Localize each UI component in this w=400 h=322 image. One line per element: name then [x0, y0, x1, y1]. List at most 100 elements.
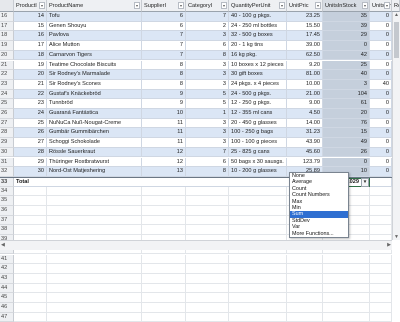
- row-number[interactable]: 43: [0, 273, 14, 284]
- row-number[interactable]: 28: [0, 128, 14, 139]
- row-number[interactable]: 20: [0, 50, 14, 61]
- table-cell[interactable]: [14, 283, 47, 294]
- table-cell[interactable]: 7: [186, 147, 229, 158]
- table-cell[interactable]: [287, 283, 323, 294]
- table-cell[interactable]: [142, 206, 186, 216]
- table-cell[interactable]: 8: [186, 167, 229, 177]
- table-cell[interactable]: 28: [14, 147, 47, 158]
- table-cell[interactable]: 0: [370, 41, 392, 51]
- table-cell[interactable]: 9.20: [287, 60, 323, 71]
- table-cell[interactable]: 81.00: [287, 70, 323, 80]
- table-cell[interactable]: 123.79: [287, 157, 323, 168]
- table-cell[interactable]: 6: [142, 12, 186, 22]
- table-cell[interactable]: [370, 215, 392, 226]
- column-header[interactable]: QuantityPerUnit ▾: [229, 0, 287, 12]
- table-cell[interactable]: 10 - 200 g glasses: [229, 167, 287, 177]
- vertical-scrollbar[interactable]: ▲ ▼: [392, 12, 400, 240]
- table-cell[interactable]: [370, 186, 392, 197]
- table-cell[interactable]: 30: [14, 167, 47, 177]
- table-cell[interactable]: 61: [323, 99, 370, 109]
- table-cell[interactable]: [323, 264, 370, 274]
- table-cell[interactable]: 25: [14, 118, 47, 129]
- table-cell[interactable]: 43.90: [287, 138, 323, 148]
- table-cell[interactable]: 1: [186, 109, 229, 119]
- table-cell[interactable]: [287, 303, 323, 313]
- table-cell[interactable]: 7: [142, 50, 186, 61]
- table-cell[interactable]: [229, 196, 287, 206]
- column-header[interactable]: SupplierI ▾: [142, 0, 186, 12]
- row-number[interactable]: 42: [0, 264, 14, 274]
- table-cell[interactable]: [323, 293, 370, 303]
- table-cell[interactable]: 11: [142, 118, 186, 129]
- table-cell[interactable]: 104: [323, 89, 370, 100]
- row-number[interactable]: 34: [0, 186, 14, 197]
- table-cell[interactable]: 0: [370, 70, 392, 80]
- table-cell[interactable]: [186, 186, 229, 197]
- row-number[interactable]: 27: [0, 118, 14, 129]
- table-cell[interactable]: 49: [323, 138, 370, 148]
- table-cell[interactable]: 24 pkgs. x 4 pieces: [229, 79, 287, 90]
- table-cell[interactable]: [14, 196, 47, 206]
- table-cell[interactable]: 100 - 250 g bags: [229, 128, 287, 139]
- table-cell[interactable]: [370, 254, 392, 265]
- table-cell[interactable]: 0: [370, 109, 392, 119]
- table-cell[interactable]: NuNuCa Nuß-Nougat-Creme: [47, 118, 142, 129]
- table-cell[interactable]: [229, 186, 287, 197]
- table-cell[interactable]: [186, 206, 229, 216]
- table-cell[interactable]: [47, 196, 142, 206]
- table-cell[interactable]: 45.60: [287, 147, 323, 158]
- row-number[interactable]: 29: [0, 138, 14, 148]
- table-cell[interactable]: 21.00: [287, 89, 323, 100]
- table-cell[interactable]: Tunnbröd: [47, 99, 142, 109]
- filter-dropdown-icon[interactable]: ▾: [39, 2, 45, 9]
- table-cell[interactable]: 16 kg pkg.: [229, 50, 287, 61]
- table-cell[interactable]: 2: [186, 21, 229, 32]
- table-cell[interactable]: 19: [14, 60, 47, 71]
- table-cell[interactable]: 11: [142, 128, 186, 139]
- table-cell[interactable]: [186, 293, 229, 303]
- table-cell[interactable]: 0: [323, 41, 370, 51]
- table-cell[interactable]: [14, 303, 47, 313]
- table-cell[interactable]: 12: [142, 157, 186, 168]
- table-cell[interactable]: 0: [370, 31, 392, 42]
- table-cell[interactable]: 8: [142, 60, 186, 71]
- table-cell[interactable]: 20: [14, 70, 47, 80]
- table-cell[interactable]: [142, 312, 186, 322]
- table-cell[interactable]: 30 gift boxes: [229, 70, 287, 80]
- table-cell[interactable]: [186, 273, 229, 284]
- filter-dropdown-icon[interactable]: ▾: [178, 2, 184, 9]
- table-cell[interactable]: [370, 177, 392, 187]
- row-number[interactable]: 24: [0, 89, 14, 100]
- table-cell[interactable]: Alice Mutton: [47, 41, 142, 51]
- scroll-down-icon[interactable]: ▼: [394, 234, 399, 240]
- table-cell[interactable]: 9: [142, 89, 186, 100]
- row-number[interactable]: 18: [0, 31, 14, 42]
- table-cell[interactable]: 100 - 100 g pieces: [229, 138, 287, 148]
- table-cell[interactable]: 10 boxes x 12 pieces: [229, 60, 287, 71]
- table-cell[interactable]: 14: [14, 12, 47, 22]
- table-cell[interactable]: [186, 254, 229, 265]
- table-cell[interactable]: [229, 273, 287, 284]
- table-cell[interactable]: [323, 254, 370, 265]
- table-cell[interactable]: 8: [142, 79, 186, 90]
- table-cell[interactable]: [47, 254, 142, 265]
- table-cell[interactable]: [186, 215, 229, 226]
- table-cell[interactable]: [142, 303, 186, 313]
- filter-dropdown-icon[interactable]: ▾: [134, 2, 140, 9]
- table-cell[interactable]: 20 - 450 g glasses: [229, 118, 287, 129]
- table-cell[interactable]: 0: [370, 21, 392, 32]
- table-cell[interactable]: 31.23: [287, 128, 323, 139]
- table-cell[interactable]: 9: [142, 99, 186, 109]
- table-cell[interactable]: 3: [186, 118, 229, 129]
- table-cell[interactable]: 24: [14, 109, 47, 119]
- table-cell[interactable]: [186, 196, 229, 206]
- table-cell[interactable]: 8: [186, 50, 229, 61]
- table-cell[interactable]: 3: [186, 70, 229, 80]
- table-cell[interactable]: 3: [186, 60, 229, 71]
- table-cell[interactable]: [47, 273, 142, 284]
- table-cell[interactable]: [47, 312, 142, 322]
- filter-dropdown-icon[interactable]: ▾: [279, 2, 285, 9]
- table-cell[interactable]: [370, 225, 392, 236]
- select-all-corner[interactable]: [0, 0, 14, 12]
- table-cell[interactable]: 10.00: [287, 79, 323, 90]
